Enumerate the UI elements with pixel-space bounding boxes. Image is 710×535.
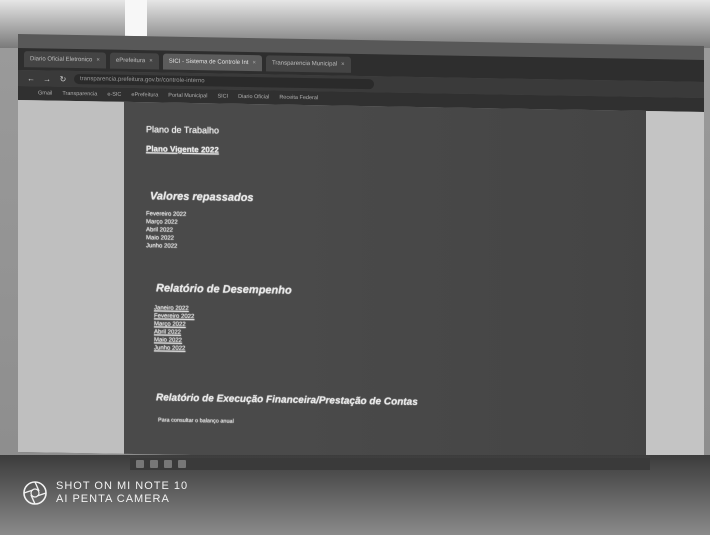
- bookmark-item[interactable]: Diario Oficial: [238, 94, 269, 101]
- tab-0[interactable]: Diario Oficial Eletronico ×: [24, 51, 106, 69]
- desempenho-list: Janeiro 2022 Fevereiro 2022 Março 2022 A…: [154, 304, 194, 353]
- tab-3[interactable]: Transparencia Municipal ×: [265, 55, 351, 73]
- close-icon[interactable]: ×: [252, 60, 256, 66]
- tab-1[interactable]: ePrefeitura ×: [109, 52, 159, 70]
- plano-link[interactable]: Plano Vigente 2022: [146, 144, 219, 154]
- watermark-text: SHOT ON MI NOTE 10 AI PENTA CAMERA: [56, 480, 188, 506]
- close-icon[interactable]: ×: [96, 57, 100, 63]
- close-icon[interactable]: ×: [341, 62, 345, 68]
- list-item[interactable]: Junho 2022: [154, 344, 194, 353]
- page-content: Plano de Trabalho Plano Vigente 2022 Val…: [124, 101, 646, 463]
- page-right-margin: [646, 110, 704, 464]
- web-page: Plano de Trabalho Plano Vigente 2022 Val…: [18, 100, 704, 464]
- list-item[interactable]: Junho 2022: [146, 242, 186, 251]
- bookmark-item[interactable]: e-SIC: [107, 92, 121, 98]
- watermark-line1: SHOT ON MI NOTE 10: [56, 480, 189, 492]
- valores-list: Fevereiro 2022 Março 2022 Abril 2022 Mai…: [146, 210, 186, 251]
- section-title-desempenho: Relatório de Desempenho: [156, 282, 292, 297]
- taskbar: [130, 458, 650, 470]
- monitor-screen: Diario Oficial Eletronico × ePrefeitura × …: [18, 34, 704, 464]
- forward-arrow-icon[interactable]: →: [42, 74, 52, 83]
- bookmark-item[interactable]: Receita Federal: [279, 95, 318, 102]
- page-heading: Plano de Trabalho: [146, 124, 220, 136]
- camera-shutter-icon: [23, 481, 47, 505]
- reload-icon[interactable]: ↻: [58, 74, 68, 83]
- bookmark-item[interactable]: ePrefeitura: [131, 92, 158, 98]
- close-icon[interactable]: ×: [149, 58, 153, 64]
- tab-2[interactable]: SICI - Sistema de Controle Int ×: [162, 53, 262, 72]
- bookmark-item[interactable]: Transparencia: [62, 91, 97, 98]
- watermark-line2: AI PENTA CAMERA: [56, 493, 170, 505]
- section-subtitle-execucao: Para consultar o balanço anual: [158, 417, 234, 425]
- section-title-valores: Valores repassados: [150, 190, 254, 205]
- folder-icon[interactable]: [150, 460, 158, 468]
- camera-watermark: SHOT ON MI NOTE 10 AI PENTA CAMERA: [22, 480, 188, 506]
- back-arrow-icon[interactable]: ←: [26, 74, 36, 83]
- page-left-margin: [18, 100, 124, 454]
- start-icon[interactable]: [136, 460, 144, 468]
- bookmark-item[interactable]: Portal Municipal: [168, 93, 207, 100]
- bookmark-item[interactable]: Gmail: [38, 90, 52, 96]
- light-reflection: [125, 0, 147, 36]
- app-icon[interactable]: [178, 460, 186, 468]
- glare-shade: [284, 104, 646, 463]
- browser-icon[interactable]: [164, 460, 172, 468]
- bookmark-item[interactable]: SICI: [217, 93, 228, 99]
